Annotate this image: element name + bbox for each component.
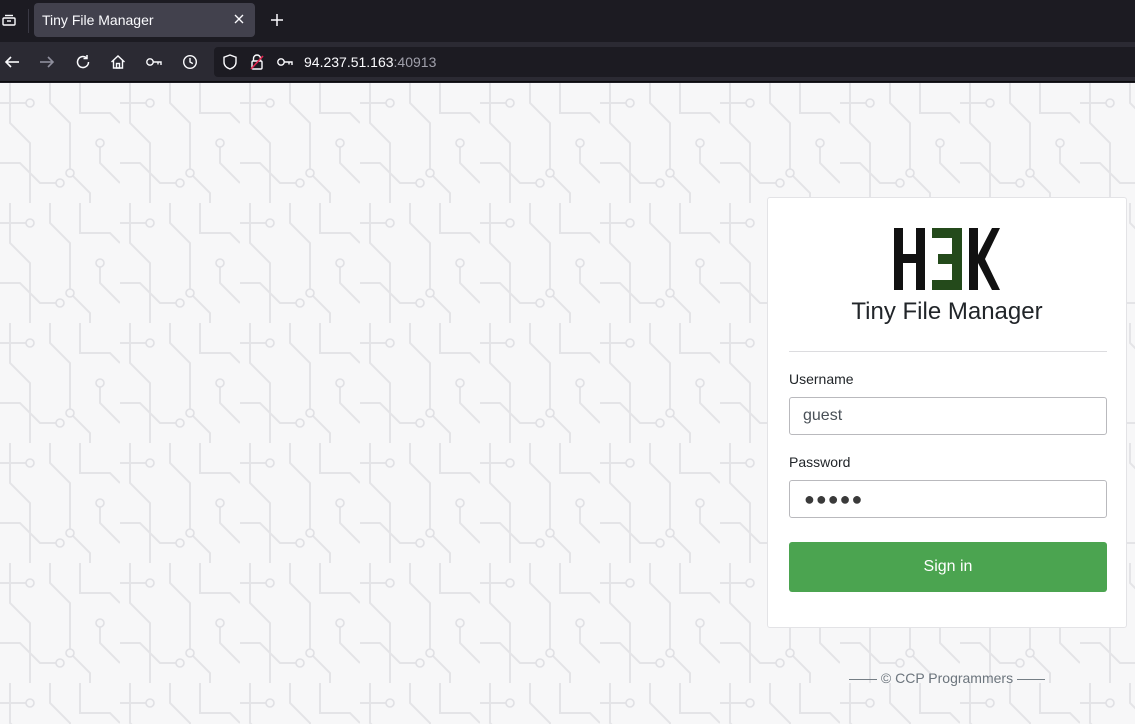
brand-logo [894,228,1000,295]
login-card: Tiny File Manager Username Password ●●●●… [767,197,1127,628]
home-button[interactable] [108,52,128,72]
url-text[interactable]: 94.237.51.163:40913 [304,54,436,70]
username-input[interactable] [789,397,1107,435]
url-port: :40913 [393,54,437,70]
forward-button[interactable] [37,52,57,72]
tab-overview-icon[interactable] [0,9,18,31]
page-content: Tiny File Manager Username Password ●●●●… [0,83,1135,724]
new-tab-button[interactable] [266,9,288,31]
username-label: Username [789,371,854,387]
app-title: Tiny File Manager [851,298,1043,325]
key-icon [146,58,162,66]
reload-button[interactable] [73,52,93,72]
password-input[interactable]: ●●●●● [789,480,1107,518]
url-bar[interactable]: 94.237.51.163:40913 [214,47,1135,77]
plus-icon [271,14,283,26]
key-icon[interactable] [276,54,294,70]
tab-bar: Tiny File Manager [0,0,1135,42]
back-arrow-icon [4,56,19,68]
close-icon[interactable] [231,11,247,27]
tab-title: Tiny File Manager [42,12,154,28]
footer-credits: —— © CCP Programmers —— [849,670,1045,686]
back-button[interactable] [2,52,22,72]
passwords-button[interactable] [144,52,164,72]
history-button[interactable] [180,52,200,72]
clock-icon [182,54,198,70]
sign-in-button[interactable]: Sign in [789,542,1107,592]
reload-icon [76,55,90,69]
forward-arrow-icon [40,56,55,68]
insecure-lock-icon[interactable] [249,54,265,70]
password-mask: ●●●●● [804,489,864,509]
url-host: 94.237.51.163 [304,54,394,70]
tab-separator [28,9,29,33]
home-icon [111,55,125,69]
divider [789,351,1107,352]
navigation-toolbar: 94.237.51.163:40913 [0,42,1135,82]
password-label: Password [789,454,851,470]
shield-icon[interactable] [222,54,238,70]
browser-tab[interactable]: Tiny File Manager [34,3,255,37]
